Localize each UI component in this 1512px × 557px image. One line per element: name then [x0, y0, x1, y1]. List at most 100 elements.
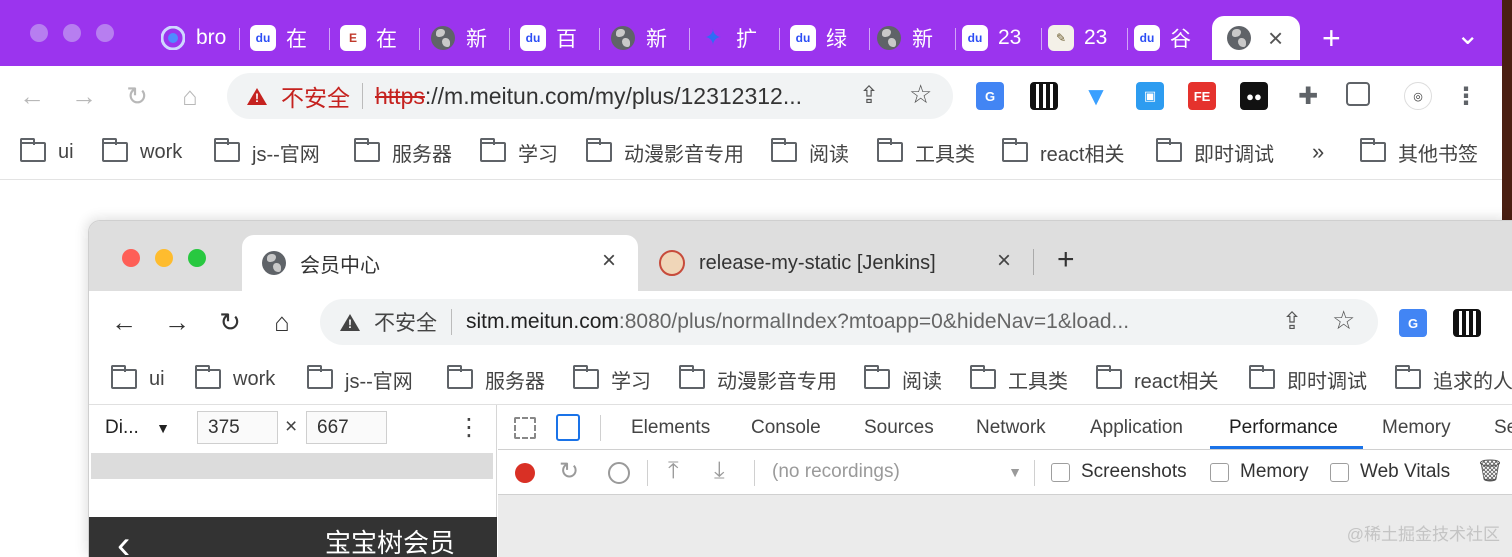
outer-tab-active[interactable]: ×: [1212, 16, 1300, 60]
qrcode-icon[interactable]: [1030, 82, 1058, 110]
reload-profile-icon[interactable]: ↻: [559, 457, 579, 486]
tab-close-button[interactable]: ×: [1268, 23, 1283, 54]
viewport-width-input[interactable]: 375: [197, 411, 278, 444]
bookmark-folder[interactable]: 动漫影音专用: [586, 137, 744, 167]
memory-checkbox[interactable]: [1210, 463, 1229, 482]
forward-button[interactable]: →: [161, 306, 193, 338]
google-translate-icon[interactable]: G: [1399, 309, 1427, 337]
bookmarks-overflow-button[interactable]: »: [1312, 137, 1324, 167]
bookmark-folder[interactable]: ui: [20, 137, 74, 167]
back-button[interactable]: ←: [16, 80, 48, 112]
tab-close-button[interactable]: ×: [997, 247, 1011, 275]
tab-search-button[interactable]: ⌄: [1456, 18, 1479, 51]
devtools-tab-elements[interactable]: Elements: [631, 417, 710, 439]
outer-tab[interactable]: 新: [422, 16, 510, 60]
google-translate-icon[interactable]: G: [976, 82, 1004, 110]
bookmark-folder[interactable]: 阅读: [771, 137, 849, 167]
download-icon[interactable]: ⤓: [714, 457, 725, 485]
window-ext-icon[interactable]: ▣: [1136, 82, 1164, 110]
viewport-height-input[interactable]: 667: [306, 411, 387, 444]
outer-tab[interactable]: du 23: [954, 16, 1042, 60]
bookmark-folder[interactable]: ui: [111, 364, 165, 394]
recordings-select[interactable]: (no recordings) ▼: [772, 461, 1022, 483]
security-label[interactable]: 不安全: [374, 307, 437, 337]
bookmark-folder[interactable]: 阅读: [864, 364, 942, 394]
bookmark-folder[interactable]: react相关: [1096, 364, 1218, 394]
window-zoom-dot[interactable]: [96, 24, 114, 42]
devtools-tab-memory[interactable]: Memory: [1382, 417, 1451, 439]
window-close-dot[interactable]: [122, 249, 140, 267]
outer-tab[interactable]: E 在: [332, 16, 420, 60]
extensions-puzzle-icon[interactable]: ✚: [1294, 82, 1322, 110]
bookmark-folder[interactable]: js--官网: [214, 137, 320, 167]
record-button[interactable]: [515, 463, 535, 483]
outer-tab[interactable]: ✎ 23: [1040, 16, 1128, 60]
clear-icon[interactable]: [608, 462, 630, 484]
bookmark-folder[interactable]: 工具类: [877, 137, 975, 167]
bookmark-folder[interactable]: 学习: [480, 137, 558, 167]
side-panel-icon[interactable]: [1346, 82, 1370, 106]
tampermonkey-icon[interactable]: ●●: [1240, 82, 1268, 110]
window-minimize-dot[interactable]: [63, 24, 81, 42]
bookmark-folder[interactable]: js--官网: [307, 364, 413, 394]
profile-avatar[interactable]: ◎: [1404, 82, 1432, 110]
devtools-tab-security[interactable]: Se: [1494, 417, 1512, 439]
devtools-tab-sources[interactable]: Sources: [864, 417, 934, 439]
filter-icon[interactable]: ▼: [1082, 81, 1110, 111]
outer-tab[interactable]: ✦ 扩: [692, 16, 780, 60]
screenshots-checkbox[interactable]: [1051, 463, 1070, 482]
devtools-tab-network[interactable]: Network: [976, 417, 1046, 439]
outer-tab[interactable]: du 百: [512, 16, 600, 60]
bookmark-folder[interactable]: work: [102, 137, 182, 167]
bookmark-folder[interactable]: 即时调试: [1249, 364, 1367, 394]
bookmark-folder[interactable]: react相关: [1002, 137, 1124, 167]
window-close-dot[interactable]: [30, 24, 48, 42]
reload-button[interactable]: ↻: [214, 306, 246, 338]
devtools-tab-performance[interactable]: Performance: [1229, 417, 1338, 439]
outer-tab[interactable]: 新: [868, 16, 956, 60]
bookmark-folder[interactable]: 追求的人: [1395, 364, 1512, 394]
device-select[interactable]: Di... ▼: [105, 417, 170, 439]
devtools-tab-console[interactable]: Console: [751, 417, 821, 439]
bookmark-folder[interactable]: 即时调试: [1156, 137, 1274, 167]
outer-tab[interactable]: du 绿: [782, 16, 870, 60]
bookmark-folder[interactable]: 服务器: [354, 137, 452, 167]
bookmark-folder[interactable]: work: [195, 364, 275, 394]
bookmark-folder[interactable]: 学习: [573, 364, 651, 394]
new-tab-button[interactable]: +: [1322, 20, 1341, 57]
home-button[interactable]: ⌂: [174, 80, 206, 112]
share-icon[interactable]: ⇪: [859, 81, 879, 110]
new-tab-button[interactable]: +: [1057, 243, 1075, 277]
fe-helper-icon[interactable]: FE: [1188, 82, 1216, 110]
back-chevron-icon[interactable]: ‹: [117, 523, 130, 557]
address-bar[interactable]: 不安全 sitm.meitun.com :8080/plus/normalInd…: [320, 299, 1378, 345]
device-more-icon[interactable]: ⋮: [457, 413, 481, 442]
inspect-element-icon[interactable]: [514, 417, 536, 439]
security-label[interactable]: 不安全: [281, 79, 350, 113]
device-toggle-icon[interactable]: [556, 414, 580, 441]
bookmark-star-icon[interactable]: ☆: [909, 79, 932, 110]
back-button[interactable]: ←: [108, 306, 140, 338]
bookmark-folder[interactable]: 服务器: [447, 364, 545, 394]
home-button[interactable]: ⌂: [266, 306, 298, 338]
bookmark-folder[interactable]: 动漫影音专用: [679, 364, 837, 394]
reload-button[interactable]: ↻: [121, 80, 153, 112]
forward-button[interactable]: →: [68, 80, 100, 112]
share-icon[interactable]: ⇪: [1282, 307, 1302, 336]
address-bar[interactable]: 不安全 https ://m.meitun.com/my/plus/123123…: [227, 73, 953, 119]
inner-tab-active[interactable]: 会员中心 ×: [242, 235, 638, 291]
devtools-tab-application[interactable]: Application: [1090, 417, 1183, 439]
inner-tab[interactable]: release-my-static [Jenkins] ×: [639, 235, 1033, 291]
window-minimize-dot[interactable]: [155, 249, 173, 267]
outer-tab[interactable]: bro: [152, 16, 240, 60]
window-zoom-dot[interactable]: [188, 249, 206, 267]
outer-tab[interactable]: 新: [602, 16, 690, 60]
tab-close-button[interactable]: ×: [602, 247, 616, 275]
qrcode-icon[interactable]: [1453, 309, 1481, 337]
bookmark-folder[interactable]: 工具类: [970, 364, 1068, 394]
outer-tab[interactable]: du 谷: [1126, 16, 1210, 60]
web-vitals-checkbox[interactable]: [1330, 463, 1349, 482]
outer-tab[interactable]: du 在: [242, 16, 330, 60]
other-bookmarks-folder[interactable]: 其他书签: [1360, 137, 1478, 167]
upload-icon[interactable]: ⤒: [668, 457, 679, 485]
